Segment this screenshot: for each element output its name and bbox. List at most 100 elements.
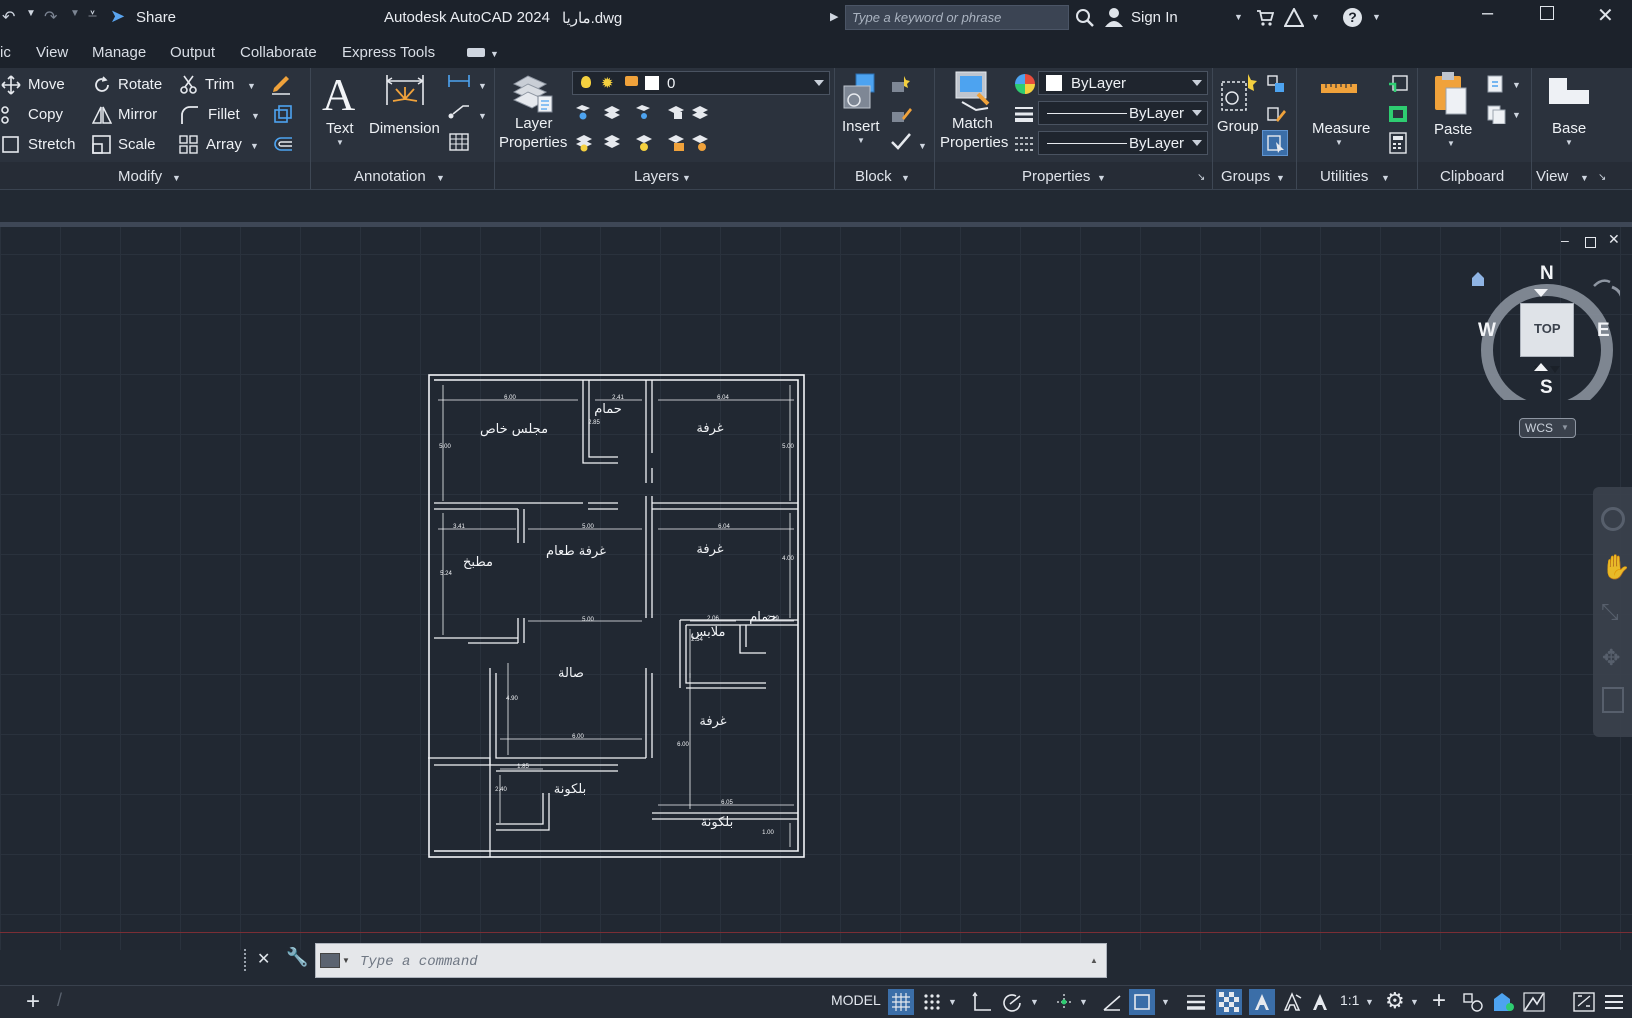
polar-dropdown-icon[interactable]: ▼ (1030, 997, 1039, 1007)
trim-button[interactable]: Trim (205, 76, 234, 93)
layer-properties-icon[interactable] (510, 70, 554, 114)
paste-icon[interactable] (1432, 70, 1470, 116)
steering-wheel-icon[interactable] (1601, 507, 1625, 531)
properties-dialog-launcher-icon[interactable]: ↘ (1197, 172, 1205, 183)
paste-dropdown-icon[interactable]: ▼ (1447, 139, 1455, 148)
share-button[interactable]: Share (136, 9, 176, 26)
ribbon-minimize-icon[interactable] (467, 48, 485, 57)
ungroup-icon[interactable] (1266, 74, 1286, 94)
layer-dropdown[interactable]: ✹ 0 (572, 71, 830, 95)
show-motion-icon[interactable] (1602, 687, 1624, 713)
floor-plan[interactable]: 6.00 2.41 6.04 2.85 5.00 5.00 3.41 5.00 6.04 5.24… (428, 373, 808, 858)
fillet-dropdown-icon[interactable]: ▼ (251, 111, 260, 121)
layer-tools-row2-icons[interactable] (574, 131, 714, 153)
copy-clip-icon[interactable] (1486, 104, 1508, 124)
annotation-scale-value[interactable]: 1:1 (1340, 992, 1359, 1008)
undo-dropdown-icon[interactable]: ▼ (26, 8, 36, 19)
isometric-drafting-icon[interactable] (1102, 992, 1122, 1012)
zoom-extents-icon[interactable]: ⤡ (1601, 599, 1619, 625)
view-panel-expand-icon[interactable]: ▼ (1580, 173, 1589, 183)
fillet-button[interactable]: Fillet (208, 106, 240, 123)
properties-panel-expand-icon[interactable]: ▼ (1097, 173, 1106, 183)
tab-parametric[interactable]: ic (0, 44, 11, 61)
autodesk-a360-icon[interactable] (1284, 8, 1304, 28)
auto-scale-icon[interactable] (1282, 992, 1302, 1012)
drawing-canvas[interactable]: – ✕ TOP N S E W WCS ▼ ✋ ⤡ ✥ 6.00 2.41 6.… (0, 227, 1632, 950)
match-properties-label-line2[interactable]: Properties (940, 134, 1008, 151)
leader-dropdown-icon[interactable]: ▼ (478, 111, 487, 121)
ribbon-state-dropdown-icon[interactable]: ▼ (490, 49, 499, 59)
share-icon[interactable]: ➤ (110, 6, 125, 27)
groups-panel-expand-icon[interactable]: ▼ (1276, 173, 1285, 183)
layer-tools-row1-icons[interactable] (574, 102, 714, 122)
group-button[interactable]: Group (1217, 118, 1259, 135)
linear-dimension-dropdown-icon[interactable]: ▼ (478, 81, 487, 91)
tab-view[interactable]: View (36, 44, 68, 61)
help-icon[interactable]: ? (1343, 8, 1362, 27)
redo-icon[interactable]: ↷ (44, 7, 57, 27)
stretch-button[interactable]: Stretch (28, 136, 76, 153)
base-button[interactable]: Base (1552, 120, 1586, 137)
annotation-scale-dropdown-icon[interactable]: ▼ (1365, 997, 1374, 1007)
layers-panel-expand-icon[interactable]: ▼ (682, 173, 691, 183)
measure-icon[interactable] (1320, 78, 1358, 98)
a360-dropdown-icon[interactable]: ▼ (1311, 12, 1320, 22)
clipboard-panel-label[interactable]: Clipboard (1440, 168, 1504, 185)
model-space-button[interactable]: MODEL (831, 992, 881, 1008)
array-dropdown-icon[interactable]: ▼ (250, 141, 259, 151)
mirror-button[interactable]: Mirror (118, 106, 157, 123)
object-snap-tracking-icon[interactable] (1054, 992, 1074, 1012)
utilities-panel-expand-icon[interactable]: ▼ (1381, 173, 1390, 183)
group-edit-icon[interactable] (1266, 104, 1286, 124)
properties-panel-label[interactable]: Properties (1022, 168, 1090, 185)
compass-north-label[interactable]: N (1540, 263, 1554, 285)
isolate-objects-icon[interactable] (1492, 991, 1516, 1013)
linetype-dropdown[interactable]: ByLayer (1038, 131, 1208, 155)
cut-dropdown-icon[interactable]: ▼ (1512, 80, 1521, 90)
quick-access-menu-icon[interactable]: ⩡ (88, 6, 97, 24)
measure-button[interactable]: Measure (1312, 120, 1370, 137)
add-layout-icon[interactable]: + (26, 988, 40, 1016)
lineweight-dropdown[interactable]: ByLayer (1038, 101, 1208, 125)
osnap-tracking-dropdown-icon[interactable]: ▼ (1079, 997, 1088, 1007)
copy-clip-dropdown-icon[interactable]: ▼ (1512, 110, 1521, 120)
tab-manage[interactable]: Manage (92, 44, 146, 61)
rotate-button[interactable]: Rotate (118, 76, 162, 93)
leader-icon[interactable] (447, 102, 471, 120)
edit-block-icon[interactable] (890, 104, 912, 124)
viewport-minimize-icon[interactable]: – (1561, 232, 1569, 248)
cut-icon[interactable] (1486, 74, 1508, 94)
minimize-icon[interactable]: – (1482, 2, 1493, 25)
text-icon[interactable]: A (322, 68, 355, 121)
workspace-dropdown-icon[interactable]: ▼ (1410, 997, 1419, 1007)
ucs-menu-button[interactable]: WCS ▼ (1519, 418, 1576, 438)
base-dropdown-icon[interactable]: ▼ (1565, 138, 1573, 147)
measure-dropdown-icon[interactable]: ▼ (1335, 138, 1343, 147)
block-attributes-icon[interactable] (890, 132, 912, 152)
quick-select-icon[interactable] (1387, 74, 1409, 94)
base-view-icon[interactable] (1547, 76, 1591, 106)
layer-unlock-icon[interactable] (625, 76, 638, 86)
restore-icon[interactable] (1540, 6, 1554, 20)
tab-collaborate[interactable]: Collaborate (240, 44, 317, 61)
copy-button[interactable]: Copy (28, 106, 63, 123)
groups-panel-label[interactable]: Groups (1221, 168, 1270, 185)
insert-button[interactable]: Insert (842, 118, 880, 135)
close-icon[interactable]: ✕ (1597, 3, 1614, 28)
erase-icon[interactable] (270, 73, 292, 95)
object-color-dropdown[interactable]: ByLayer (1038, 71, 1208, 95)
scale-button[interactable]: Scale (118, 136, 156, 153)
command-line-close-icon[interactable]: ✕ (257, 949, 270, 969)
annotation-monitor-icon[interactable]: + (1432, 987, 1446, 1015)
orbit-icon[interactable]: ✥ (1602, 645, 1620, 671)
layer-thaw-icon[interactable]: ✹ (601, 74, 614, 92)
compass-west-label[interactable]: W (1478, 320, 1496, 342)
graphics-performance-icon[interactable] (1523, 992, 1545, 1012)
command-input[interactable] (358, 944, 1062, 979)
compass-east-label[interactable]: E (1597, 320, 1610, 342)
annotation-panel-expand-icon[interactable]: ▼ (436, 173, 445, 183)
sign-in-button[interactable]: Sign In (1131, 9, 1178, 26)
command-history-expand-icon[interactable]: ▲ (1090, 956, 1098, 965)
undo-icon[interactable]: ↶ (2, 7, 15, 27)
dimension-button[interactable]: Dimension (369, 120, 440, 137)
